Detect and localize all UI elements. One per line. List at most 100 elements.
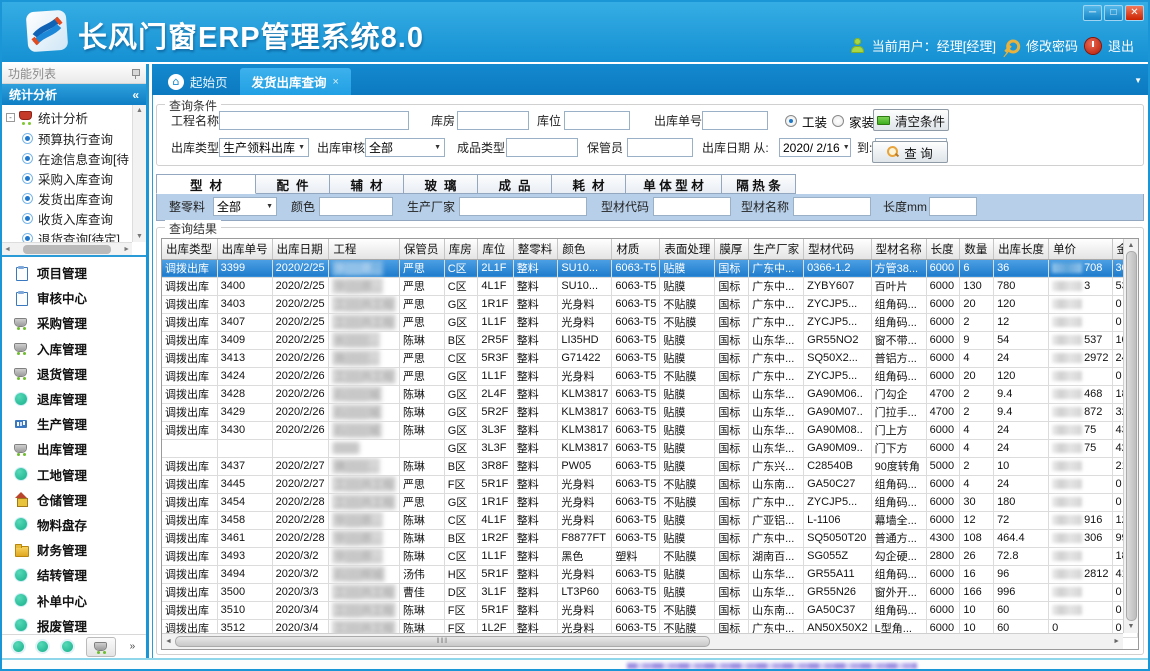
module-dot-icon[interactable]	[62, 641, 73, 652]
table-row[interactable]: 调拨出库34032020/2/25工▒▒共工程严思G区1R1F整料光身料6063…	[162, 295, 1138, 313]
collapse-icon[interactable]: «	[132, 88, 139, 102]
tree-expander-icon[interactable]: -	[6, 113, 15, 122]
tree-item[interactable]: 预算执行查询	[6, 128, 130, 148]
logout-link[interactable]: 退出	[1108, 36, 1134, 55]
subtab-7[interactable]: 单 体 型 材	[626, 174, 722, 194]
change-password-link[interactable]: 修改密码	[1026, 36, 1078, 55]
subtab-4[interactable]: 玻 璃	[404, 174, 478, 194]
sidebar-item-补单中心[interactable]: 补单中心	[2, 587, 146, 612]
table-row[interactable]: 调拨出库34932020/3/2华▒▒原...陈琳C区1L1F整料黑色塑料不贴膜…	[162, 547, 1138, 565]
table-row[interactable]: 调拨出库34942020/3/2石▒▒辉城汤伟H区5R1F整料光身料6063-T…	[162, 565, 1138, 583]
column-header[interactable]: 生产厂家	[749, 239, 804, 259]
column-header[interactable]: 表面处理	[660, 239, 715, 259]
table-row[interactable]: 调拨出库34282020/2/26石▒▒▒城陈琳G区2L4F整料KLM38176…	[162, 385, 1138, 403]
minimize-button[interactable]: ─	[1083, 5, 1102, 21]
sidebar-item-物料盘存[interactable]: 物料盘存	[2, 512, 146, 537]
whole-part-select[interactable]: 全部▼	[213, 197, 277, 216]
table-row[interactable]: 调拨出库34072020/2/25工▒▒共工程严思G区1L1F整料光身料6063…	[162, 313, 1138, 331]
tree-item[interactable]: 在途信息查询[待	[6, 148, 130, 168]
table-row[interactable]: 调拨出库33992020/2/25华▒▒原...严思C区2L1F整料SU10..…	[162, 259, 1138, 277]
subtab-8[interactable]: 隔 热 条	[722, 174, 796, 194]
tab-home[interactable]: ⌂ 起始页	[156, 68, 240, 95]
location-input[interactable]	[564, 111, 630, 130]
keeper-input[interactable]	[627, 138, 693, 157]
table-row[interactable]: 调拨出库34242020/2/26工▒▒共工程严思G区1L1F整料光身料6063…	[162, 367, 1138, 385]
column-header[interactable]: 膜厚	[715, 239, 749, 259]
order-no-input[interactable]	[702, 111, 768, 130]
subtab-5[interactable]: 成 品	[478, 174, 552, 194]
sidebar-item-出库管理[interactable]: 出库管理	[2, 436, 146, 461]
table-row[interactable]: 调拨出库34612020/2/28华▒▒原...陈琳B区1R2F整料F8877F…	[162, 529, 1138, 547]
column-header[interactable]: 出库类型	[162, 239, 217, 259]
column-header[interactable]: 型材名称	[871, 239, 926, 259]
sidebar-item-报废管理[interactable]: 报废管理	[2, 613, 146, 634]
sidebar-item-财务管理[interactable]: 财务管理	[2, 537, 146, 562]
search-button[interactable]: 查 询	[872, 141, 948, 163]
table-row[interactable]: ▒▒▒G区3L3F整料KLM38176063-T5贴膜国标山东华...GA90M…	[162, 439, 1138, 457]
tree-horizontal-scrollbar[interactable]: ◄►	[2, 242, 132, 255]
sidebar-item-采购管理[interactable]: 采购管理	[2, 310, 146, 335]
outbound-type-select[interactable]: 生产领料出库▼	[219, 138, 309, 157]
column-header[interactable]: 数量	[960, 239, 994, 259]
sidebar-item-生产管理[interactable]: 生产管理	[2, 411, 146, 436]
tree-vertical-scrollbar[interactable]: ▲▼	[132, 105, 146, 242]
subtab-1[interactable]: 型 材	[156, 174, 256, 194]
sidebar-item-工地管理[interactable]: 工地管理	[2, 462, 146, 487]
date-from-select[interactable]: 2020/ 2/16▼	[779, 138, 851, 157]
clear-conditions-button[interactable]: 清空条件	[873, 109, 949, 131]
tabbar-dropdown-icon[interactable]: ▼	[1134, 76, 1142, 85]
module-cart-button[interactable]	[86, 637, 116, 657]
column-header[interactable]: 工程	[329, 239, 400, 259]
table-row[interactable]: 调拨出库35102020/3/4工▒▒共工程陈琳F区5R1F整料光身料6063-…	[162, 601, 1138, 619]
radio-jiazhuang[interactable]	[832, 115, 844, 127]
column-header[interactable]: 长度	[926, 239, 960, 259]
column-header[interactable]: 出库日期	[272, 239, 329, 259]
more-modules-chevron[interactable]: »	[130, 643, 136, 651]
sidebar-item-入库管理[interactable]: 入库管理	[2, 336, 146, 361]
warehouse-input[interactable]	[457, 111, 529, 130]
module-dot-icon[interactable]	[13, 641, 24, 652]
tree-item[interactable]: 收货入库查询	[6, 208, 130, 228]
tree-item[interactable]: 采购入库查询	[6, 168, 130, 188]
table-row[interactable]: 调拨出库34292020/2/26石▒▒▒城陈琳G区5R2F整料KLM38176…	[162, 403, 1138, 421]
table-row[interactable]: 调拨出库34132020/2/26南▒▒▒...严思C区5R3F整料G71422…	[162, 349, 1138, 367]
profile-name-input[interactable]	[793, 197, 871, 216]
tab-close-icon[interactable]: ×	[333, 76, 339, 88]
table-row[interactable]: 调拨出库34002020/2/25华▒▒原...严思C区4L1F整料SU10..…	[162, 277, 1138, 295]
radio-gongzhuang[interactable]	[785, 115, 797, 127]
column-header[interactable]: 库房	[444, 239, 478, 259]
column-header[interactable]: 型材代码	[804, 239, 872, 259]
sidebar-item-退库管理[interactable]: 退库管理	[2, 386, 146, 411]
column-header[interactable]: 材质	[612, 239, 660, 259]
product-type-input[interactable]	[506, 138, 578, 157]
sidebar-item-项目管理[interactable]: 项目管理	[2, 260, 146, 285]
profile-code-input[interactable]	[653, 197, 731, 216]
column-header[interactable]: 颜色	[558, 239, 612, 259]
column-header[interactable]: 库位	[478, 239, 513, 259]
sidebar-item-退货管理[interactable]: 退货管理	[2, 361, 146, 386]
table-horizontal-scrollbar[interactable]: ◄‖‖‖►	[162, 633, 1123, 649]
column-header[interactable]: 整零料	[513, 239, 558, 259]
subtab-3[interactable]: 辅 材	[330, 174, 404, 194]
tree-item[interactable]: 退货查询[待定]	[6, 228, 130, 242]
sidebar-item-仓储管理[interactable]: 仓储管理	[2, 487, 146, 512]
table-row[interactable]: 调拨出库34582020/2/28华▒▒原...陈琳C区4L1F整料光身料606…	[162, 511, 1138, 529]
table-row[interactable]: 调拨出库34302020/2/26石▒▒▒城陈琳G区3L3F整料KLM38176…	[162, 421, 1138, 439]
section-header-stats[interactable]: 统计分析 «	[2, 84, 146, 105]
length-input[interactable]	[929, 197, 977, 216]
column-header[interactable]: 出库长度	[994, 239, 1049, 259]
column-header[interactable]: 出库单号	[217, 239, 272, 259]
table-row[interactable]: 调拨出库34452020/2/27工▒▒共工程严思F区5R1F整料光身料6063…	[162, 475, 1138, 493]
subtab-2[interactable]: 配 件	[256, 174, 330, 194]
tree-root-stats[interactable]: - 统计分析	[6, 107, 130, 128]
color-input[interactable]	[319, 197, 393, 216]
sidebar-item-结转管理[interactable]: 结转管理	[2, 562, 146, 587]
pin-icon[interactable]	[131, 68, 140, 79]
tab-shipment-query[interactable]: 发货出库查询 ×	[240, 68, 351, 95]
maker-input[interactable]	[459, 197, 587, 216]
module-dot-icon[interactable]	[37, 641, 48, 652]
table-row[interactable]: 调拨出库34372020/2/27佛▒▒▒...陈琳B区3R8F整料PW0560…	[162, 457, 1138, 475]
audit-select[interactable]: 全部▼	[365, 138, 445, 157]
table-vertical-scrollbar[interactable]: ▲▼	[1123, 239, 1138, 633]
column-header[interactable]: 单价	[1049, 239, 1112, 259]
